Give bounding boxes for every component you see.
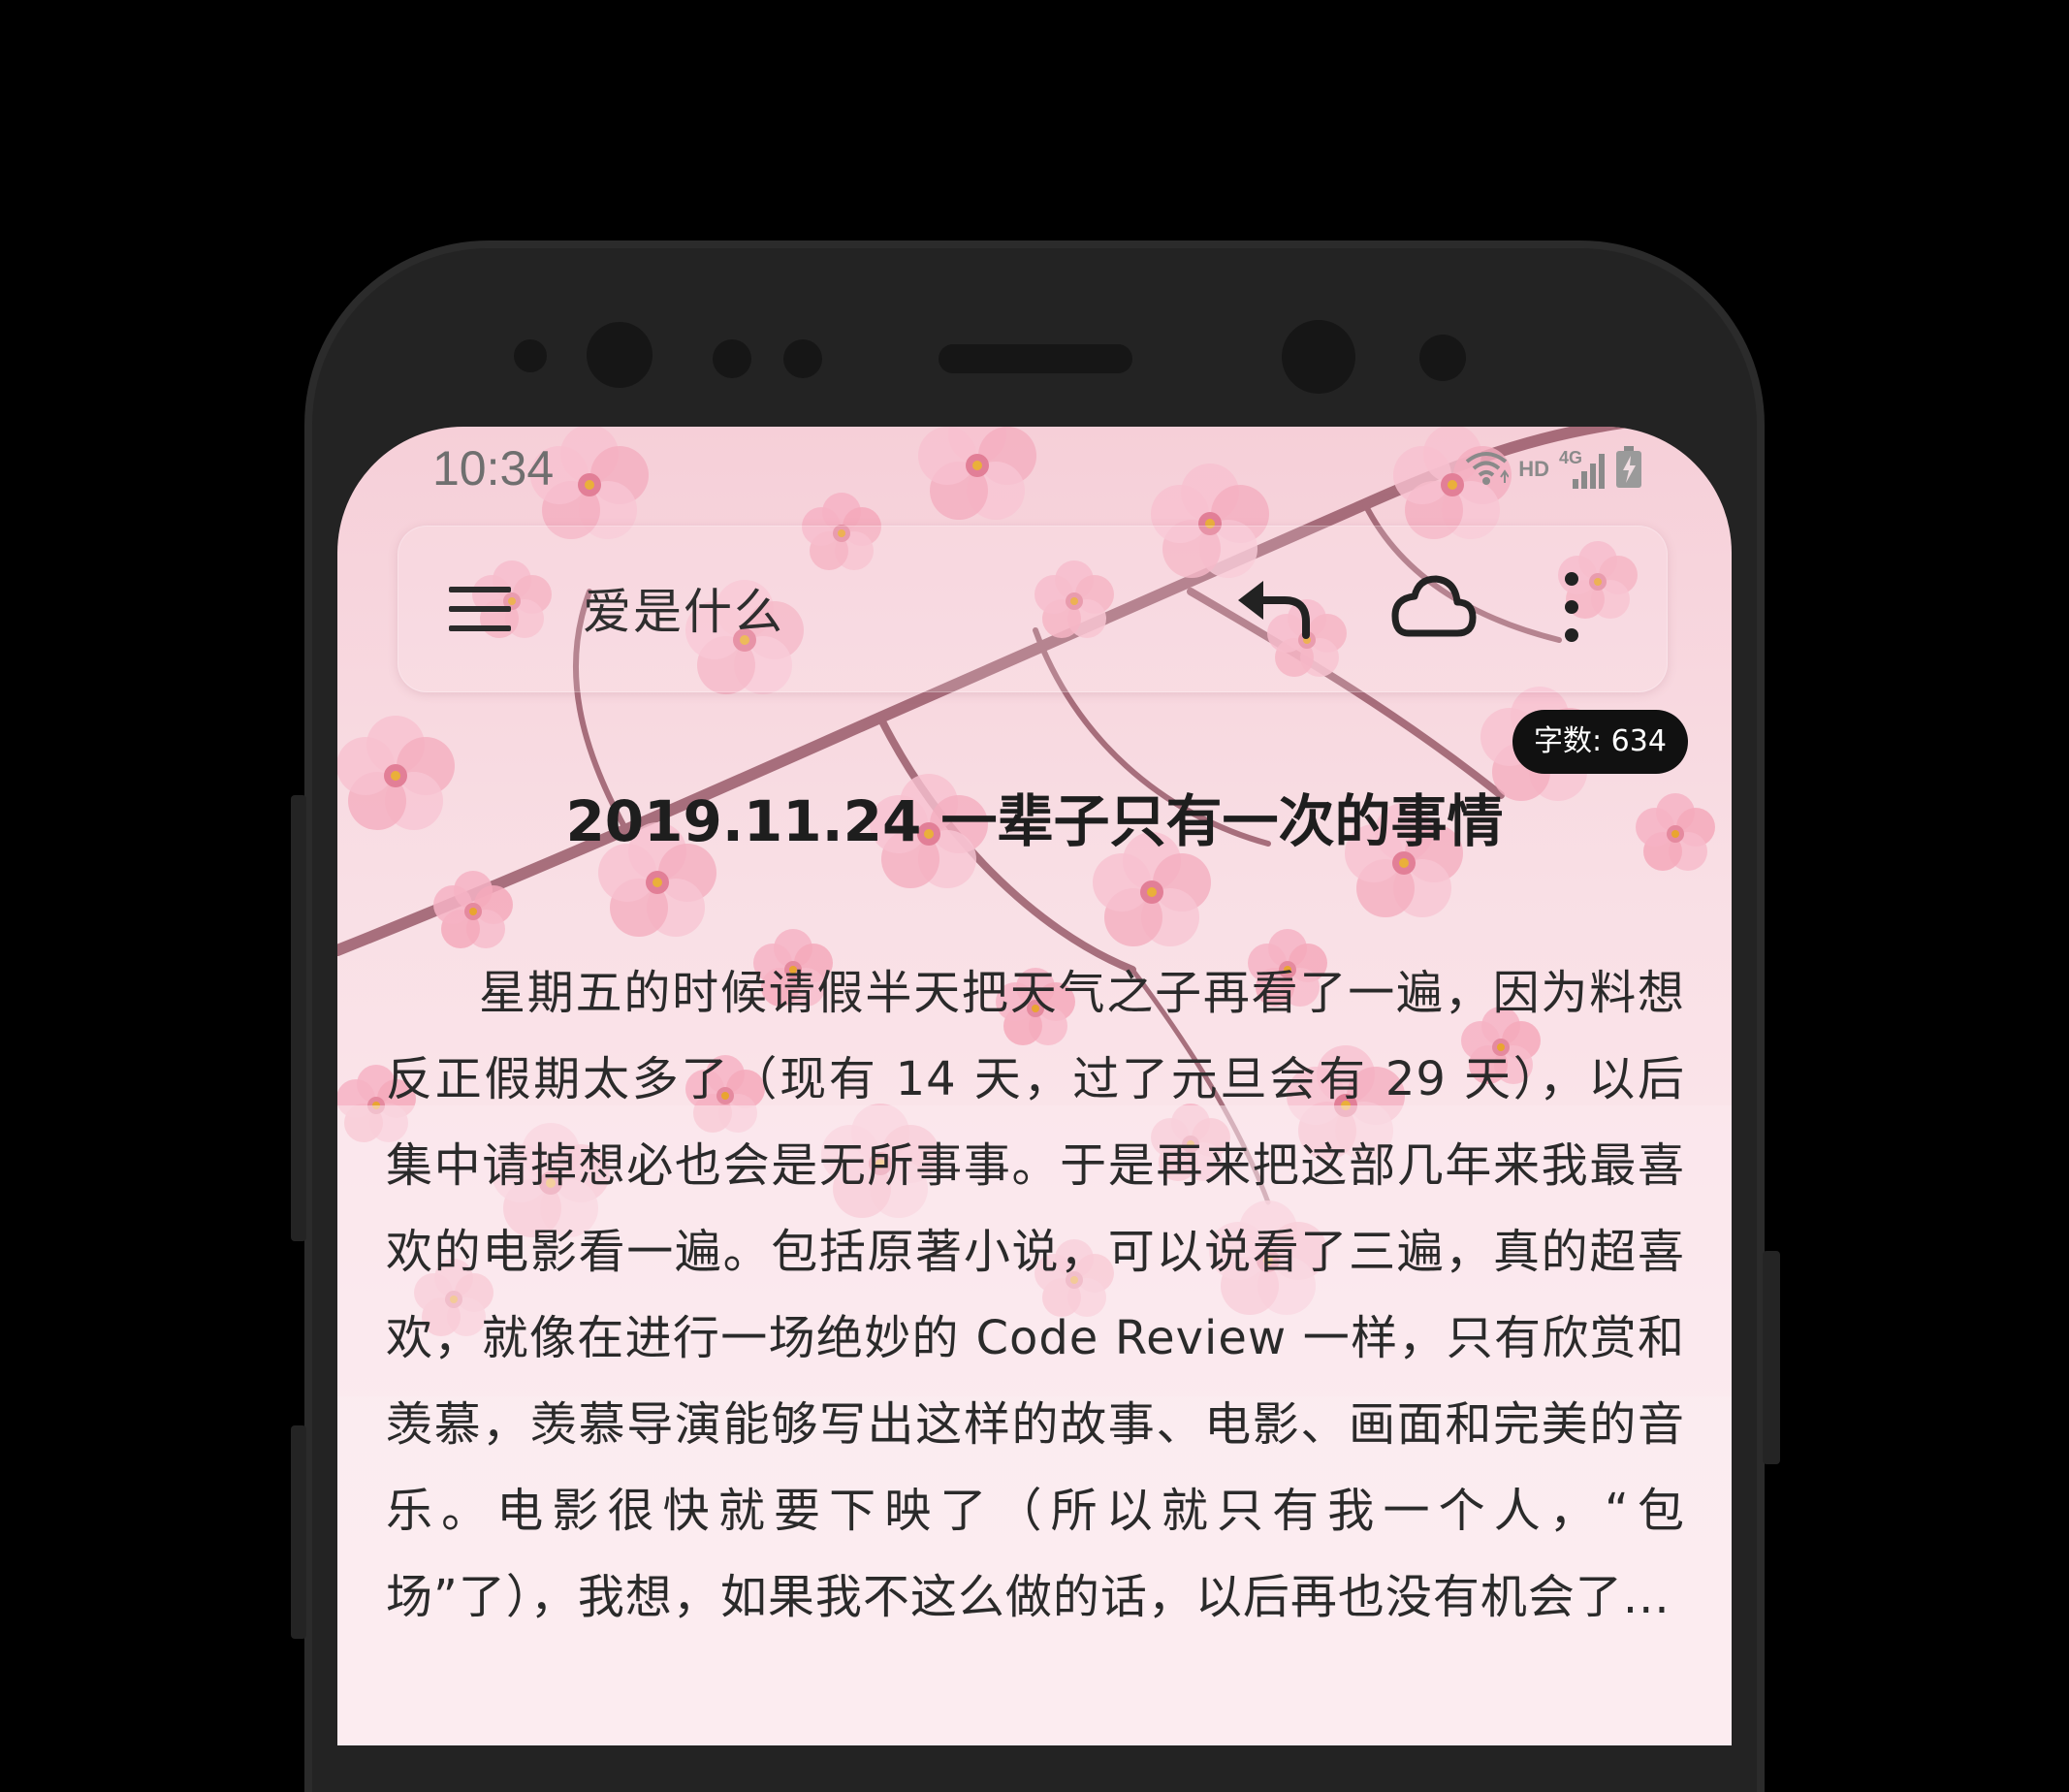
- sensor-icon: [514, 339, 547, 372]
- more-options-button[interactable]: [1554, 567, 1589, 647]
- menu-icon: [449, 587, 511, 631]
- status-time: 10:34: [432, 441, 555, 496]
- article-body[interactable]: 星期五的时候请假半天把天气之子再看了一遍，因为料想反正假期太多了（现有 14 天…: [386, 950, 1685, 1641]
- front-camera-icon: [587, 322, 653, 388]
- wifi-icon: [1464, 448, 1511, 491]
- cloud-sync-button[interactable]: [1387, 567, 1477, 645]
- undo-button[interactable]: [1234, 575, 1316, 643]
- more-vert-icon: [1565, 572, 1578, 642]
- sensor-icon: [713, 339, 751, 378]
- hd-badge: HD: [1518, 457, 1549, 481]
- article-title[interactable]: 2019.11.24 一辈子只有一次的事情: [337, 776, 1732, 857]
- sensor-icon: [1419, 335, 1466, 381]
- menu-button[interactable]: [447, 577, 515, 641]
- earpiece-speaker: [939, 344, 1132, 373]
- front-camera-icon: [1282, 320, 1355, 394]
- document-title[interactable]: 爱是什么: [583, 573, 784, 643]
- signal-icon: 4G: [1559, 448, 1606, 491]
- volume-button: [291, 795, 306, 1241]
- status-icons: HD 4G: [1464, 444, 1642, 495]
- app-screen: 10:34 HD 4G 爱是什么 字数: 634 2019.11.24 一辈子只…: [337, 427, 1732, 1745]
- cloud-icon: [1391, 575, 1477, 637]
- power-button: [1763, 1251, 1780, 1464]
- undo-icon: [1238, 581, 1310, 639]
- side-button: [291, 1425, 306, 1639]
- word-count-badge: 字数: 634: [1512, 710, 1688, 774]
- top-app-bar: 爱是什么: [398, 526, 1668, 692]
- battery-charging-icon: [1615, 446, 1642, 493]
- sensor-icon: [783, 339, 822, 378]
